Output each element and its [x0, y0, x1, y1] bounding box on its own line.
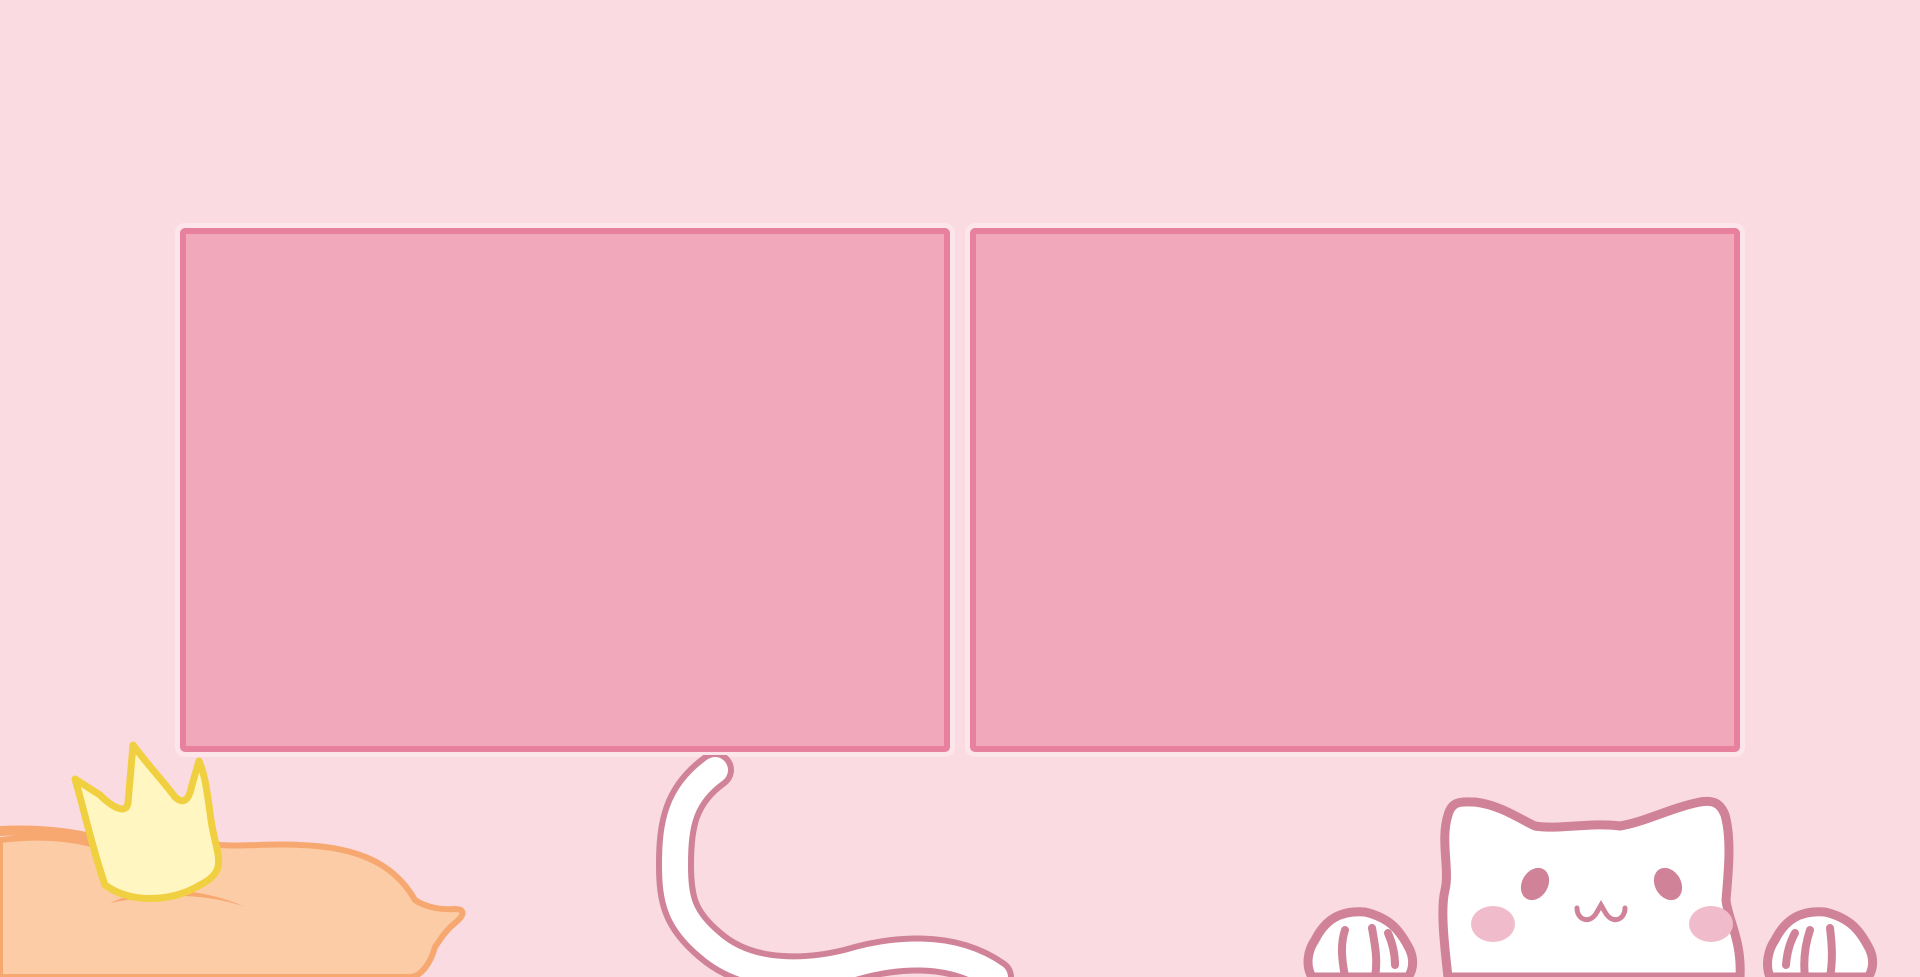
- right-panel: [965, 223, 1745, 757]
- sleeping-orange-cat-icon: [0, 741, 466, 977]
- wallpaper-desktop: [0, 0, 1920, 977]
- left-panel: [175, 223, 955, 757]
- right-panel-content: [970, 228, 1740, 752]
- left-panel-content: [180, 228, 950, 752]
- peeking-white-cat-icon: [1303, 796, 1878, 977]
- cat-tail-icon: [656, 755, 1014, 977]
